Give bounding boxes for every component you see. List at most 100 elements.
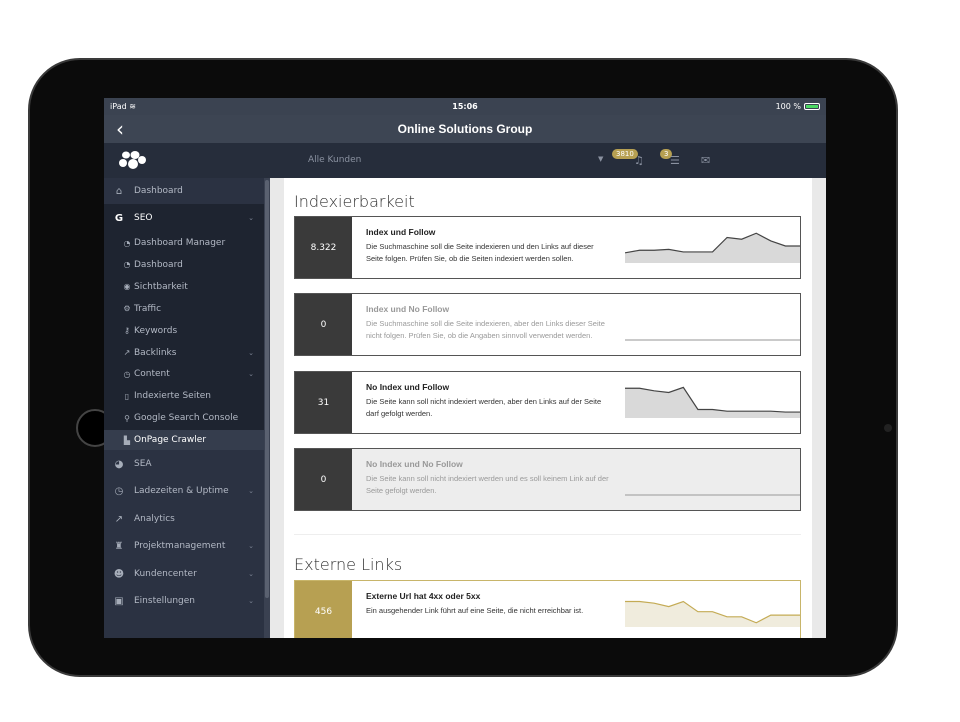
- metric-title: No Index und No Follow: [366, 459, 463, 469]
- file-icon: ▯: [124, 391, 130, 401]
- app-header: Alle Kunden ▼ 3810 ♫ 3 ☰ ✉: [104, 143, 826, 178]
- screen: iPad ≋ 15:06 100 % ‹ Online Solutions Gr…: [104, 98, 826, 638]
- cogs-icon: ⚙: [123, 304, 131, 314]
- section-title: Externe Links: [294, 555, 403, 574]
- camera: [884, 424, 892, 432]
- dashboard-icon: ◔: [123, 238, 131, 248]
- metric-title: No Index und Follow: [366, 382, 450, 392]
- chevron-down-icon[interactable]: ▼: [598, 155, 603, 163]
- metric-card[interactable]: 0 No Index und No Follow Die Seite kann so…: [294, 448, 801, 511]
- metric-title: Index und No Follow: [366, 304, 450, 314]
- sidebar-item-label: Google Search Console: [134, 413, 239, 424]
- tasks-icon[interactable]: ☰: [670, 154, 680, 167]
- sidebar-item-label: Dashboard Manager: [134, 238, 226, 248]
- key-icon: ⚷: [124, 326, 130, 336]
- metric-card[interactable]: 8.322 Index und Follow Die Suchmaschine so…: [294, 216, 801, 279]
- sparkline: [625, 494, 800, 496]
- metric-value: 0: [295, 449, 352, 510]
- metric-card[interactable]: 456 Externe Url hat 4xx oder 5xx Ein ausge…: [294, 580, 801, 638]
- metric-value: 0: [295, 294, 352, 355]
- metric-value: 8.322: [295, 217, 352, 278]
- sidebar-item-label: Traffic: [134, 303, 162, 314]
- sidebar-item-label: SEA: [134, 459, 152, 469]
- sidebar-subitem[interactable]: ◉ Sichtbarkeit: [104, 277, 264, 297]
- sparkline-area: [625, 387, 800, 418]
- pie-chart-icon: ◕: [114, 458, 124, 470]
- sidebar-item-label: Keywords: [134, 325, 178, 336]
- sidebar-item[interactable]: ◷ Ladezeiten & Uptime ⌄: [104, 480, 264, 502]
- sidebar-item[interactable]: ⌂ Dashboard: [104, 180, 264, 202]
- sidebar-subitem[interactable]: ⚙ Traffic: [104, 299, 264, 319]
- sparkline: [625, 232, 800, 263]
- metric-title: Index und Follow: [366, 227, 436, 237]
- google-icon: G: [114, 212, 124, 224]
- clock: 15:06: [452, 102, 478, 111]
- divider: [294, 534, 801, 535]
- sidebar-scrollbar[interactable]: [264, 178, 270, 638]
- binoculars-icon: ♜: [114, 540, 124, 552]
- chevron-down-icon: ⌄: [248, 570, 254, 578]
- nav-bar: ‹ Online Solutions Group: [104, 115, 826, 143]
- sidebar-item-label: Ladezeiten & Uptime: [134, 486, 229, 496]
- lock-icon: ▣: [114, 595, 124, 607]
- mail-icon[interactable]: ✉: [701, 154, 710, 167]
- sidebar-item-label: Backlinks: [134, 347, 177, 358]
- home-icon: ⌂: [115, 185, 123, 197]
- metric-value: 456: [295, 581, 352, 638]
- section-title: Indexierbarkeit: [294, 192, 415, 211]
- bell-icon[interactable]: ♫: [634, 154, 644, 167]
- metric-description: Die Suchmaschine soll die Seite indexier…: [366, 242, 594, 263]
- dashboard-icon: ◔: [123, 260, 131, 270]
- sidebar-item[interactable]: ♜ Projektmanagement ⌄: [104, 535, 264, 557]
- sparkline: [625, 386, 800, 418]
- sidebar-item-label: SEO: [134, 213, 153, 223]
- main-content: Indexierbarkeit Externe Links 8.322 Index…: [284, 178, 812, 638]
- chevron-down-icon: ⌄: [248, 542, 254, 550]
- chevron-down-icon: ⌄: [248, 487, 254, 495]
- sidebar-item-label: Content: [134, 369, 170, 380]
- sidebar-item-label: Dashboard: [134, 259, 183, 270]
- metric-card[interactable]: 31 No Index und Follow Die Seite kann soll…: [294, 371, 801, 434]
- sidebar-subitem[interactable]: ◔ Dashboard: [104, 255, 264, 275]
- chevron-down-icon: ⌄: [248, 597, 254, 605]
- sparkline-area: [625, 233, 800, 263]
- sparkline: [625, 339, 800, 341]
- sidebar-item[interactable]: ▣ Einstellungen ⌄: [104, 590, 264, 612]
- external-link-icon: ↗: [123, 348, 131, 357]
- metric-description: Die Seite kann soll nicht indexiert werd…: [366, 474, 609, 495]
- status-bar: iPad ≋ 15:06 100 %: [104, 98, 826, 115]
- metric-value: 31: [295, 372, 352, 433]
- sparkline: [625, 600, 800, 627]
- metric-title: Externe Url hat 4xx oder 5xx: [366, 591, 481, 601]
- sidebar-subitem[interactable]: ◔ Dashboard Manager: [104, 233, 264, 253]
- sidebar-subitem[interactable]: ⚷ Keywords: [104, 321, 264, 341]
- sidebar-item-label: OnPage Crawler: [134, 435, 207, 446]
- sidebar-item[interactable]: G SEO ⌄: [104, 207, 264, 229]
- chevron-down-icon: ⌄: [248, 214, 254, 222]
- sidebar-item[interactable]: ↗ Analytics: [104, 508, 264, 530]
- line-chart-icon: ↗: [114, 513, 124, 525]
- sidebar-item-label: Indexierte Seiten: [134, 391, 211, 402]
- eye-icon: ◉: [123, 282, 131, 292]
- sparkline-area: [625, 601, 800, 627]
- logo: [119, 151, 146, 169]
- chevron-down-icon: ⌄: [248, 370, 254, 379]
- metric-card[interactable]: 0 Index und No Follow Die Suchmaschine sol…: [294, 293, 801, 356]
- sidebar-item-label: Kundencenter: [134, 569, 197, 579]
- sidebar-subitem[interactable]: ⚲ Google Search Console: [104, 408, 264, 428]
- metric-description: Ein ausgehender Link führt auf eine Seit…: [366, 606, 584, 615]
- metric-description: Die Seite kann soll nicht indexiert werd…: [366, 397, 602, 418]
- sidebar-item-label: Einstellungen: [134, 596, 196, 606]
- sidebar-item-label: Dashboard: [134, 186, 183, 196]
- metric-description: Die Suchmaschine soll die Seite indexier…: [366, 319, 605, 340]
- clock-icon: ◷: [123, 369, 131, 379]
- sidebar-subitem[interactable]: ↗ Backlinks ⌄: [104, 343, 264, 363]
- sidebar-item[interactable]: ◕ SEA: [104, 453, 264, 475]
- sidebar-item[interactable]: ☻ Kundencenter ⌄: [104, 563, 264, 585]
- sidebar-item-label: Sichtbarkeit: [134, 281, 188, 292]
- sidebar-subitem[interactable]: ▯ Indexierte Seiten: [104, 386, 264, 406]
- customer-select[interactable]: Alle Kunden: [308, 155, 361, 165]
- users-icon: ☻: [113, 568, 125, 580]
- sidebar-subitem[interactable]: ◷ Content ⌄: [104, 364, 264, 384]
- sidebar-subitem[interactable]: ▙ OnPage Crawler: [104, 430, 264, 451]
